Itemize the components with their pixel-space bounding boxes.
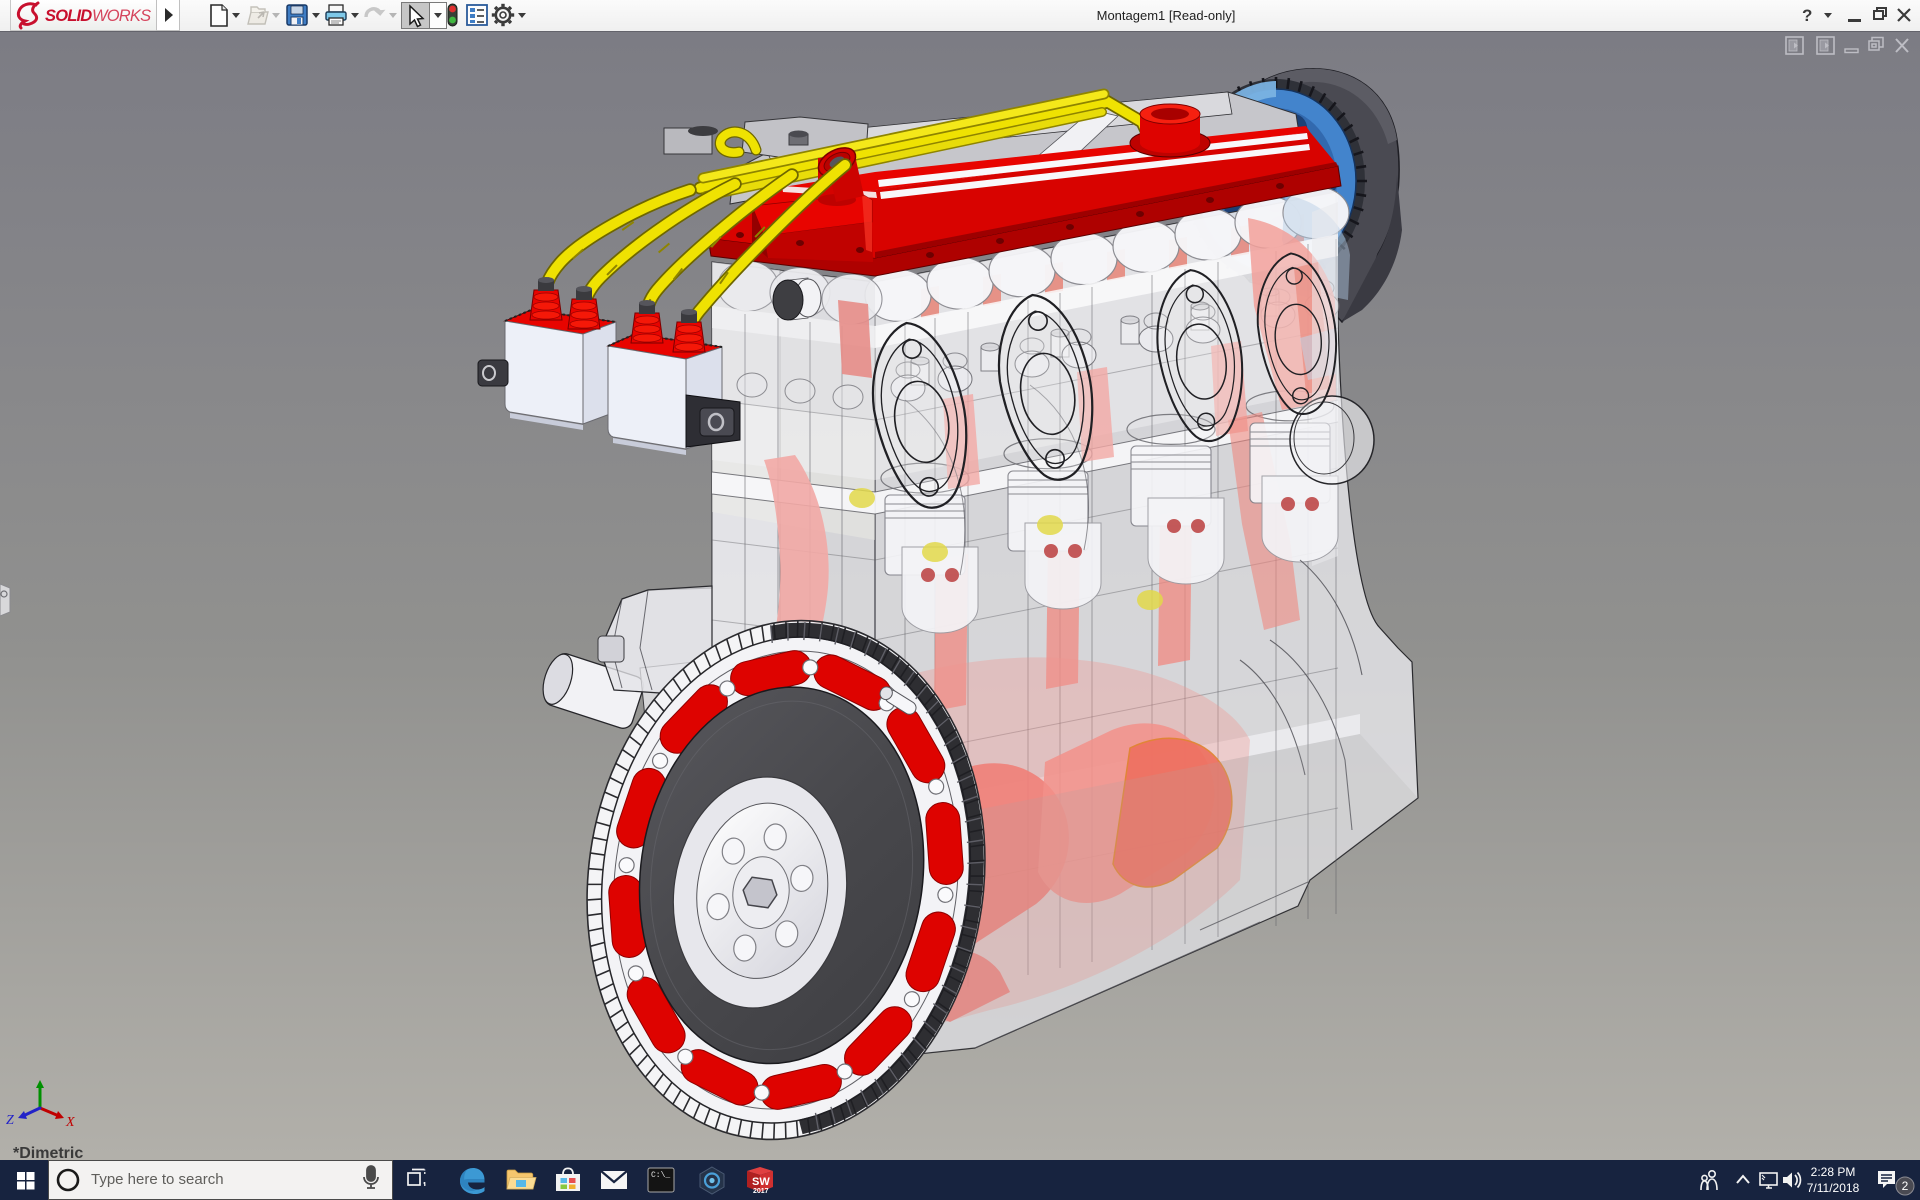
svg-text:Z: Z [6,1113,14,1128]
svg-text:X: X [65,1115,75,1130]
svg-text:?: ? [1802,6,1812,25]
svg-text:2: 2 [1902,1179,1909,1193]
svg-text:C:\_: C:\_ [651,1171,670,1180]
svg-text:SW: SW [752,1176,770,1188]
svg-text:*Dimetric: *Dimetric [13,1145,83,1160]
svg-text:2017: 2017 [753,1188,769,1195]
